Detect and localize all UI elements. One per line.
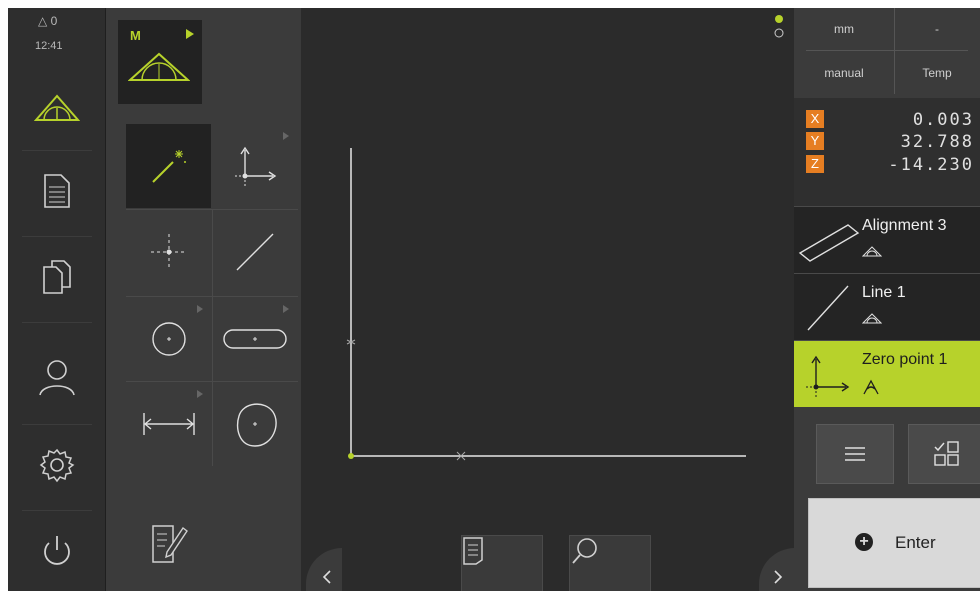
grid-check-icon [934, 441, 959, 466]
clock: 12:41 [35, 40, 63, 52]
nav-settings[interactable] [8, 424, 105, 506]
chevron-left-icon [322, 570, 331, 584]
line-icon [807, 285, 849, 331]
zero-point-icon [234, 146, 276, 186]
status-area: △ 0 12:41 [8, 8, 105, 60]
tool-line[interactable] [212, 210, 297, 294]
construct-icon [863, 379, 879, 395]
selection-button[interactable] [908, 424, 980, 484]
feature-item-zero-point[interactable]: Zero point 1 [794, 340, 980, 407]
files-icon [42, 260, 71, 294]
feature-name: Alignment 3 [862, 217, 947, 234]
axis-x-value: 0.003 [912, 110, 974, 130]
edit-document-icon [151, 525, 188, 563]
protocol-button[interactable] [461, 535, 543, 591]
search-icon [572, 538, 597, 564]
feature-name: Zero point 1 [862, 351, 948, 368]
workspace-canvas[interactable] [301, 8, 795, 591]
feature-item-alignment[interactable]: Alignment 3 [794, 206, 980, 273]
unit-button[interactable]: mm [794, 22, 894, 36]
plus-icon: + [855, 533, 873, 551]
measurement-view [346, 148, 746, 461]
blob-icon [236, 403, 277, 447]
inspector-panel: mm - manual Temp X 0.003 Y 32.788 Z -14.… [774, 8, 980, 591]
tool-blob[interactable] [212, 382, 297, 466]
measure-small-icon [862, 246, 882, 257]
tool-distance[interactable] [126, 382, 211, 466]
feature-name: Line 1 [862, 284, 906, 301]
slot-icon [222, 329, 287, 349]
measure-small-icon [862, 313, 882, 324]
gear-icon [39, 448, 74, 483]
menu-button[interactable] [816, 424, 894, 484]
nav-user[interactable] [8, 336, 105, 418]
axis-z-value: -14.230 [888, 155, 974, 175]
measurement-mode-button[interactable]: M [118, 20, 202, 104]
axis-z-badge: Z [806, 155, 824, 173]
delta-counter: △ 0 [38, 14, 58, 28]
hamburger-icon [845, 447, 865, 461]
document-icon [463, 537, 483, 565]
tool-point[interactable] [126, 210, 211, 294]
enter-label: Enter [895, 533, 936, 552]
mode-label: M [130, 28, 141, 43]
status-leds [774, 15, 784, 38]
temp-button[interactable]: Temp [894, 66, 980, 80]
tool-panel: M [106, 8, 301, 591]
circle-icon [151, 322, 186, 356]
axis-x-badge: X [806, 110, 824, 128]
zero-point-icon [806, 355, 850, 397]
main-menu: △ 0 12:41 [8, 8, 106, 591]
mode-button[interactable]: manual [794, 66, 894, 80]
position-display: X 0.003 Y 32.788 Z -14.230 [794, 98, 980, 208]
enter-button[interactable]: + Enter [808, 498, 980, 588]
axis-y-value: 32.788 [900, 132, 974, 152]
nav-measure[interactable] [8, 66, 105, 148]
unit-secondary[interactable]: - [894, 22, 980, 36]
magic-wand-icon [151, 150, 186, 183]
tool-protocol-edit[interactable] [126, 502, 211, 586]
document-icon [43, 174, 70, 208]
search-button[interactable] [569, 535, 651, 591]
unit-settings: mm - manual Temp [794, 8, 980, 94]
user-icon [38, 360, 75, 396]
nav-protocol[interactable] [8, 150, 105, 232]
app-frame: △ 0 12:41 M mm - manual Temp X 0.003 Y 3… [8, 8, 980, 591]
feature-item-line[interactable]: Line 1 [794, 273, 980, 340]
measure-mode-icon [128, 52, 190, 81]
tool-measure-magic[interactable] [126, 124, 211, 208]
nav-file-management[interactable] [8, 236, 105, 318]
tool-slot[interactable] [212, 297, 297, 381]
tool-circle[interactable] [126, 297, 211, 381]
point-icon [150, 234, 187, 270]
axis-y-badge: Y [806, 132, 824, 150]
power-icon [43, 536, 70, 565]
distance-icon [142, 413, 195, 435]
line-icon [236, 233, 273, 271]
expand-arrow-icon [186, 29, 194, 39]
alignment-icon [798, 224, 860, 262]
chevron-right-icon [774, 570, 783, 584]
measure-icon [33, 94, 80, 121]
tool-zero-point[interactable] [212, 124, 297, 208]
nav-switch-off[interactable] [8, 510, 105, 591]
